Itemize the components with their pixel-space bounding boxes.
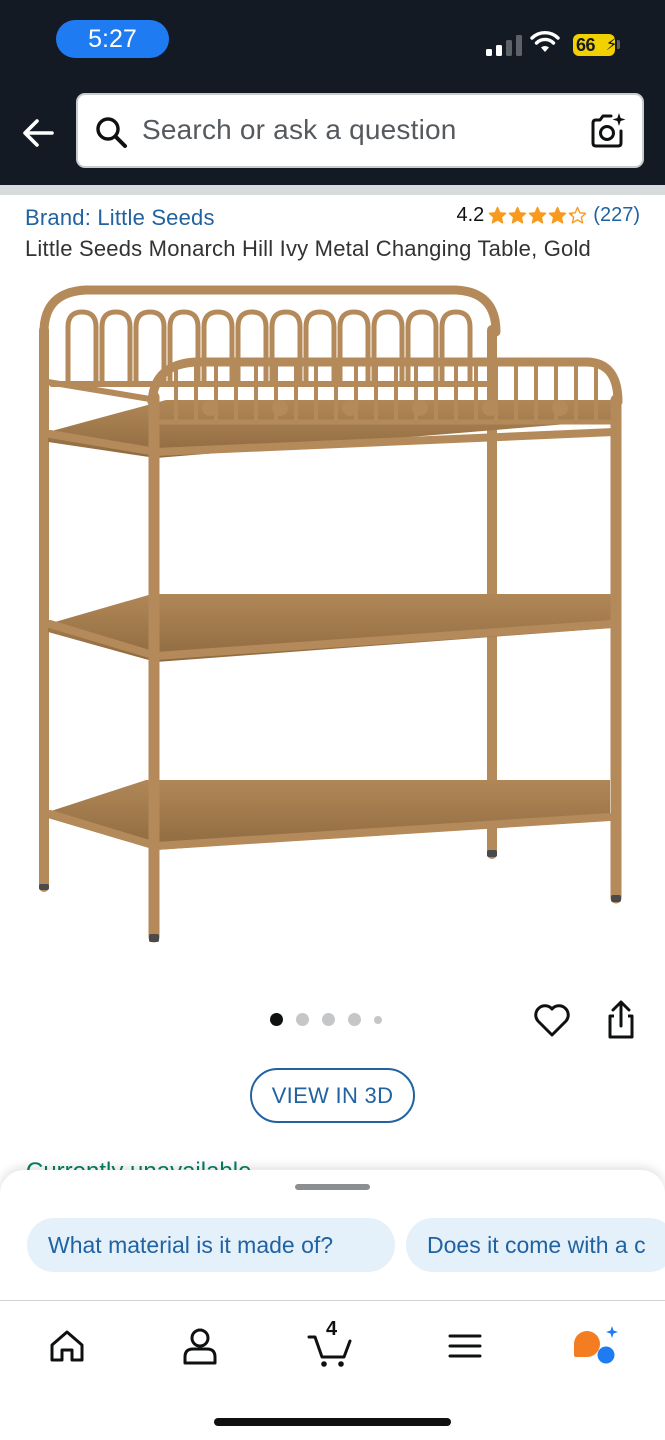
sheet-drag-handle[interactable] [295,1184,370,1190]
search-icon [96,117,127,148]
heart-icon[interactable] [532,1000,572,1040]
star-rating-icon [488,206,587,225]
star-icon [528,206,547,224]
charging-bolt-icon: ⚡ [605,35,618,54]
star-icon [488,206,507,224]
camera-lens-icon[interactable] [588,111,628,151]
battery-cap [617,40,620,49]
home-icon[interactable] [42,1321,92,1371]
header-divider [0,185,665,195]
carousel-dots[interactable] [270,1013,382,1026]
app-header: 5:27 66 ⚡ Search or ask a question [0,0,665,185]
account-icon[interactable] [175,1321,225,1371]
back-arrow-icon[interactable] [16,110,62,156]
home-indicator [214,1418,451,1426]
star-icon [548,206,567,224]
battery-icon: 66 ⚡ [573,34,618,56]
wifi-icon [530,31,560,52]
product-image[interactable] [26,272,638,962]
carousel-dot[interactable] [296,1013,309,1026]
view-in-3d-button[interactable]: VIEW IN 3D [250,1068,415,1123]
review-count-link[interactable]: (227) [593,204,640,227]
suggestion-chip[interactable]: What material is it made of? [27,1218,395,1272]
share-icon[interactable] [602,998,640,1042]
search-input[interactable]: Search or ask a question [142,114,457,146]
rufus-icon[interactable] [570,1321,620,1371]
status-time: 5:27 [56,20,169,58]
carousel-dot[interactable] [322,1013,335,1026]
suggestion-chip[interactable]: Does it come with a c [406,1218,665,1272]
product-title: Little Seeds Monarch Hill Ivy Metal Chan… [25,236,591,261]
rating-summary[interactable]: 4.2 (227) [456,204,640,227]
star-icon [568,206,587,224]
carousel-dot[interactable] [374,1015,382,1024]
star-icon [508,206,527,224]
bottom-nav: 4 [0,1300,665,1440]
signal-icon [486,34,522,56]
menu-icon[interactable] [440,1321,490,1371]
battery-level: 66 [576,35,596,55]
carousel-dot[interactable] [270,1013,283,1026]
brand-link[interactable]: Brand: Little Seeds [25,205,215,231]
carousel-dot[interactable] [348,1013,361,1026]
suggestion-sheet: What material is it made of? Does it com… [0,1170,665,1305]
search-bar[interactable]: Search or ask a question [76,93,644,168]
rating-value: 4.2 [456,204,485,226]
cart-count-badge: 4 [326,1318,338,1340]
